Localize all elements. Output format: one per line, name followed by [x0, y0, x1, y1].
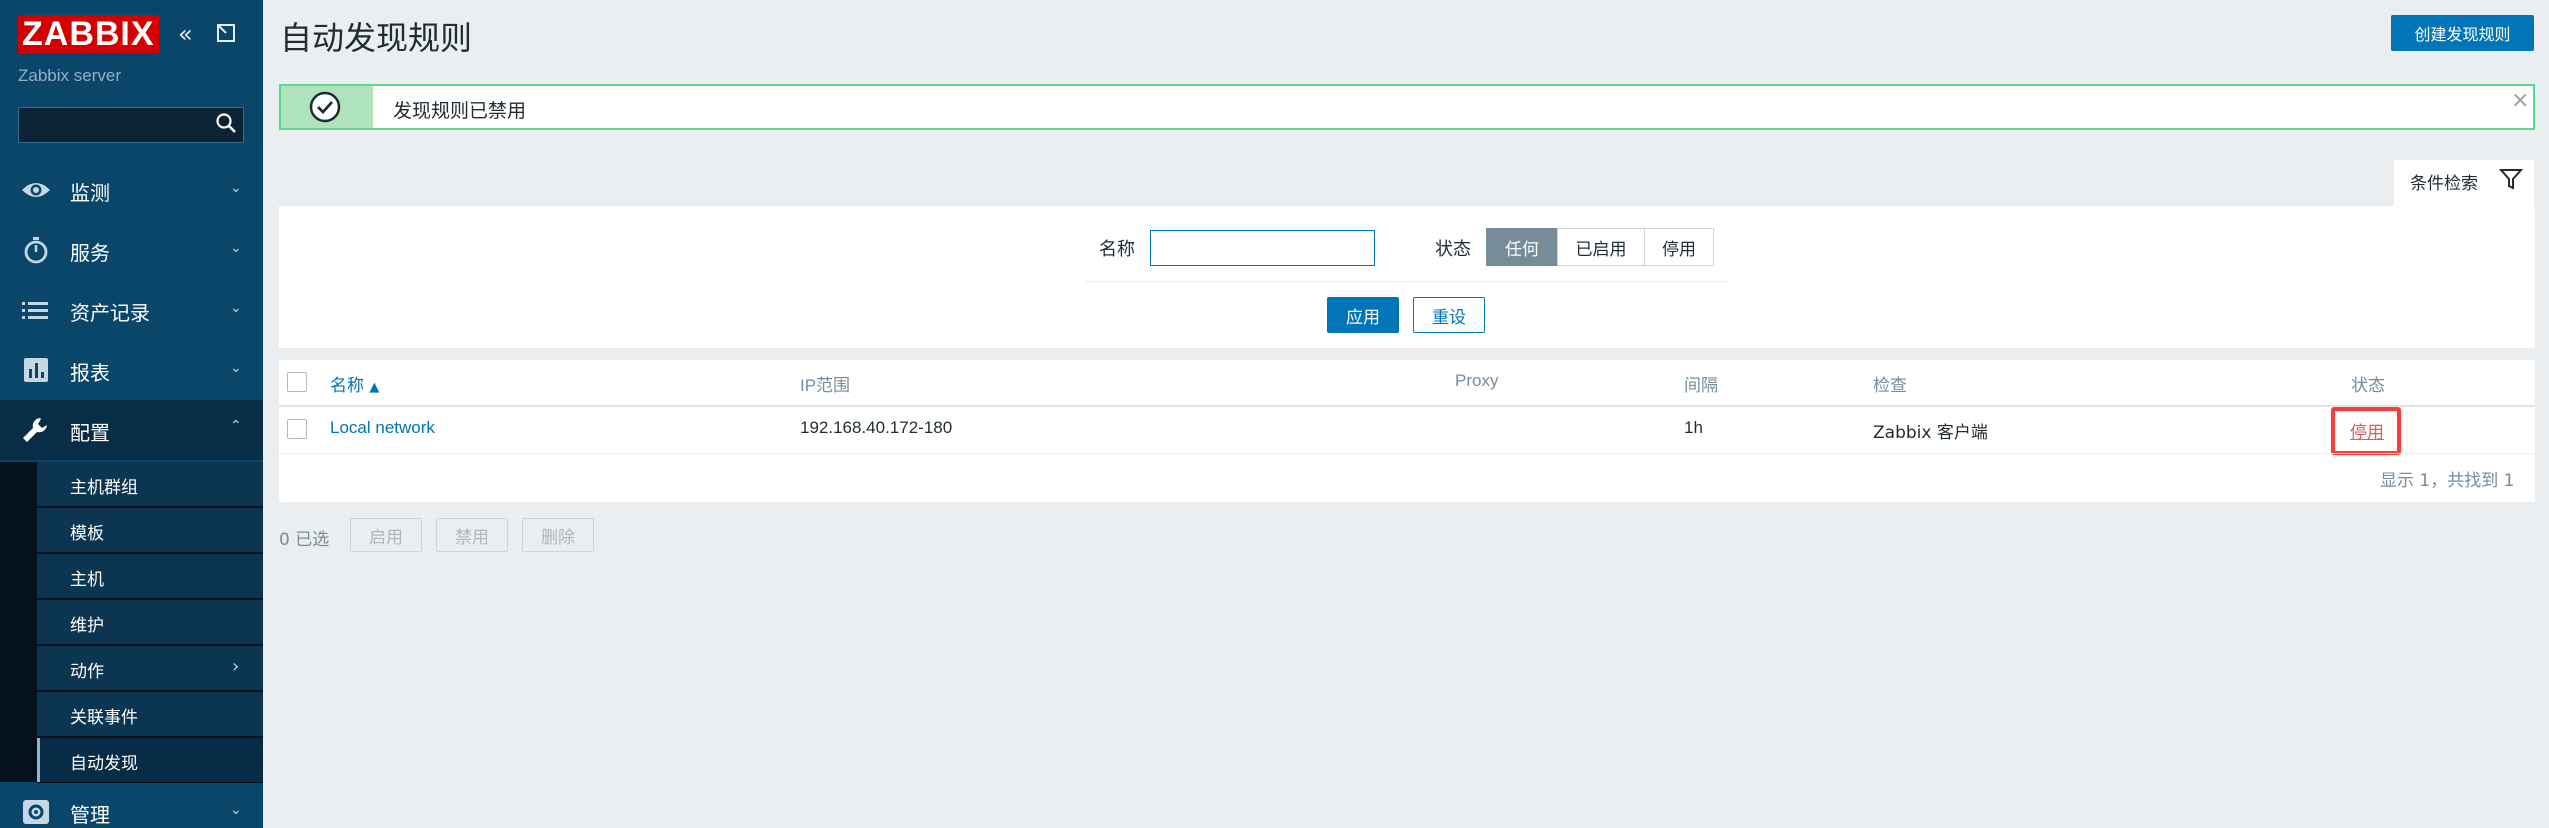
column-header-ip-range: IP范围 [800, 376, 851, 395]
submenu-item-label: 关联事件 [70, 708, 138, 728]
apply-button[interactable]: 应用 [1327, 297, 1399, 333]
sidebar-search-input[interactable] [18, 107, 244, 143]
submenu-item-maintenance[interactable]: 维护 [37, 600, 263, 645]
nav-item-label: 服务 [70, 241, 110, 265]
reset-button[interactable]: 重设 [1413, 297, 1485, 333]
zabbix-logo[interactable]: ZABBIX [18, 15, 159, 53]
filter-status-label: 状态 [1435, 239, 1471, 260]
nav-item-reports[interactable]: 报表 ⌄ [0, 340, 263, 400]
discovery-rules-table [279, 360, 2535, 502]
search-icon[interactable] [214, 111, 238, 135]
bar-chart-icon [24, 358, 48, 382]
chevron-down-icon: ⌄ [230, 360, 242, 376]
submenu-item-label: 动作 [70, 662, 104, 682]
column-header-name[interactable]: 名称 ▲ [330, 371, 379, 396]
disable-selected-button[interactable]: 禁用 [436, 518, 508, 552]
row-checkbox[interactable] [287, 419, 307, 439]
submenu-item-templates[interactable]: 模板 [37, 508, 263, 553]
nav-item-label: 监测 [70, 181, 110, 205]
submenu-item-label: 自动发现 [70, 754, 138, 774]
table-row-divider [279, 453, 2535, 454]
selected-count: 0 已选 [279, 530, 330, 550]
submenu-item-event-correlation[interactable]: 关联事件 [37, 692, 263, 737]
enable-selected-button[interactable]: 启用 [350, 518, 422, 552]
nav-item-administration[interactable]: 管理 ⌄ [0, 782, 263, 828]
nav-item-configuration[interactable]: 配置 ⌃ [0, 400, 263, 460]
collapse-sidebar-icon[interactable]: « [178, 22, 193, 46]
nav-item-monitoring[interactable]: 监测 ⌄ [0, 160, 263, 220]
column-header-status: 状态 [2351, 376, 2385, 396]
check-circle-icon [309, 91, 341, 123]
column-header-checks: 检查 [1873, 376, 1907, 396]
submenu-item-hosts[interactable]: 主机 [37, 554, 263, 599]
page-title: 自动发现规则 [280, 19, 473, 57]
submenu-item-label: 模板 [70, 524, 104, 544]
chevron-down-icon: ⌄ [230, 802, 242, 818]
rule-ip-range: 192.168.40.172-180 [800, 418, 953, 437]
pager-info: 显示 1，共找到 1 [2380, 471, 2515, 491]
status-option-any[interactable]: 任何 [1486, 228, 1558, 266]
stopwatch-icon [24, 237, 48, 264]
submenu-item-label: 维护 [70, 616, 104, 636]
rule-status-link[interactable]: 停用 [2350, 418, 2384, 443]
nav-item-label: 报表 [70, 361, 110, 385]
filter-name-input[interactable] [1150, 230, 1375, 266]
submenu-item-host-groups[interactable]: 主机群组 [37, 462, 263, 507]
filter-name-label: 名称 [1099, 239, 1135, 260]
wrench-icon [23, 418, 47, 442]
submenu-item-discovery[interactable]: 自动发现 [37, 738, 263, 783]
nav-item-inventory[interactable]: 资产记录 ⌄ [0, 280, 263, 340]
rule-name-link[interactable]: Local network [330, 418, 435, 438]
chevron-down-icon: ⌄ [230, 180, 242, 196]
nav-item-label: 配置 [70, 421, 110, 445]
chevron-right-icon: › [232, 656, 240, 677]
submenu-item-actions[interactable]: 动作 › [37, 646, 263, 691]
chevron-up-icon: ⌃ [230, 418, 242, 434]
close-icon[interactable]: × [2511, 88, 2529, 113]
column-header-name-label: 名称 [330, 376, 364, 396]
create-discovery-rule-button[interactable]: 创建发现规则 [2391, 15, 2534, 51]
status-option-enabled[interactable]: 已启用 [1557, 228, 1645, 266]
sort-ascending-icon: ▲ [369, 380, 380, 395]
nav-item-label: 资产记录 [70, 301, 150, 325]
submenu-item-label: 主机群组 [70, 478, 138, 498]
gear-icon [23, 800, 49, 824]
message-text: 发现规则已禁用 [393, 100, 527, 122]
column-header-interval: 间隔 [1684, 376, 1718, 396]
column-header-proxy: Proxy [1455, 371, 1499, 390]
nav-item-services[interactable]: 服务 ⌄ [0, 220, 263, 280]
list-icon [22, 302, 48, 319]
success-message: 发现规则已禁用 × [279, 84, 2535, 130]
filter-tab[interactable]: 条件检索 [2394, 160, 2534, 206]
status-option-disabled[interactable]: 停用 [1644, 228, 1714, 266]
table-header-divider [279, 405, 2535, 407]
kiosk-mode-icon[interactable] [215, 22, 237, 48]
filter-panel [279, 206, 2535, 348]
chevron-down-icon: ⌄ [230, 300, 242, 316]
submenu-item-label: 主机 [70, 570, 104, 590]
filter-divider [1085, 281, 1730, 282]
chevron-down-icon: ⌄ [230, 240, 242, 256]
select-all-checkbox[interactable] [287, 372, 307, 392]
delete-selected-button[interactable]: 删除 [522, 518, 594, 552]
server-name: Zabbix server [18, 66, 121, 85]
rule-interval: 1h [1684, 418, 1703, 437]
eye-icon [22, 183, 50, 197]
filter-tab-label: 条件检索 [2410, 174, 2478, 194]
funnel-icon [2498, 169, 2524, 190]
nav-item-label: 管理 [70, 803, 110, 827]
sidebar: ZABBIX « Zabbix server 监测 ⌄ 服务 ⌄ 资产记录 ⌄ … [0, 0, 263, 828]
configuration-submenu: 主机群组 模板 主机 维护 动作 › 关联事件 自动发现 [0, 462, 263, 783]
rule-checks: Zabbix 客户端 [1873, 423, 1988, 443]
